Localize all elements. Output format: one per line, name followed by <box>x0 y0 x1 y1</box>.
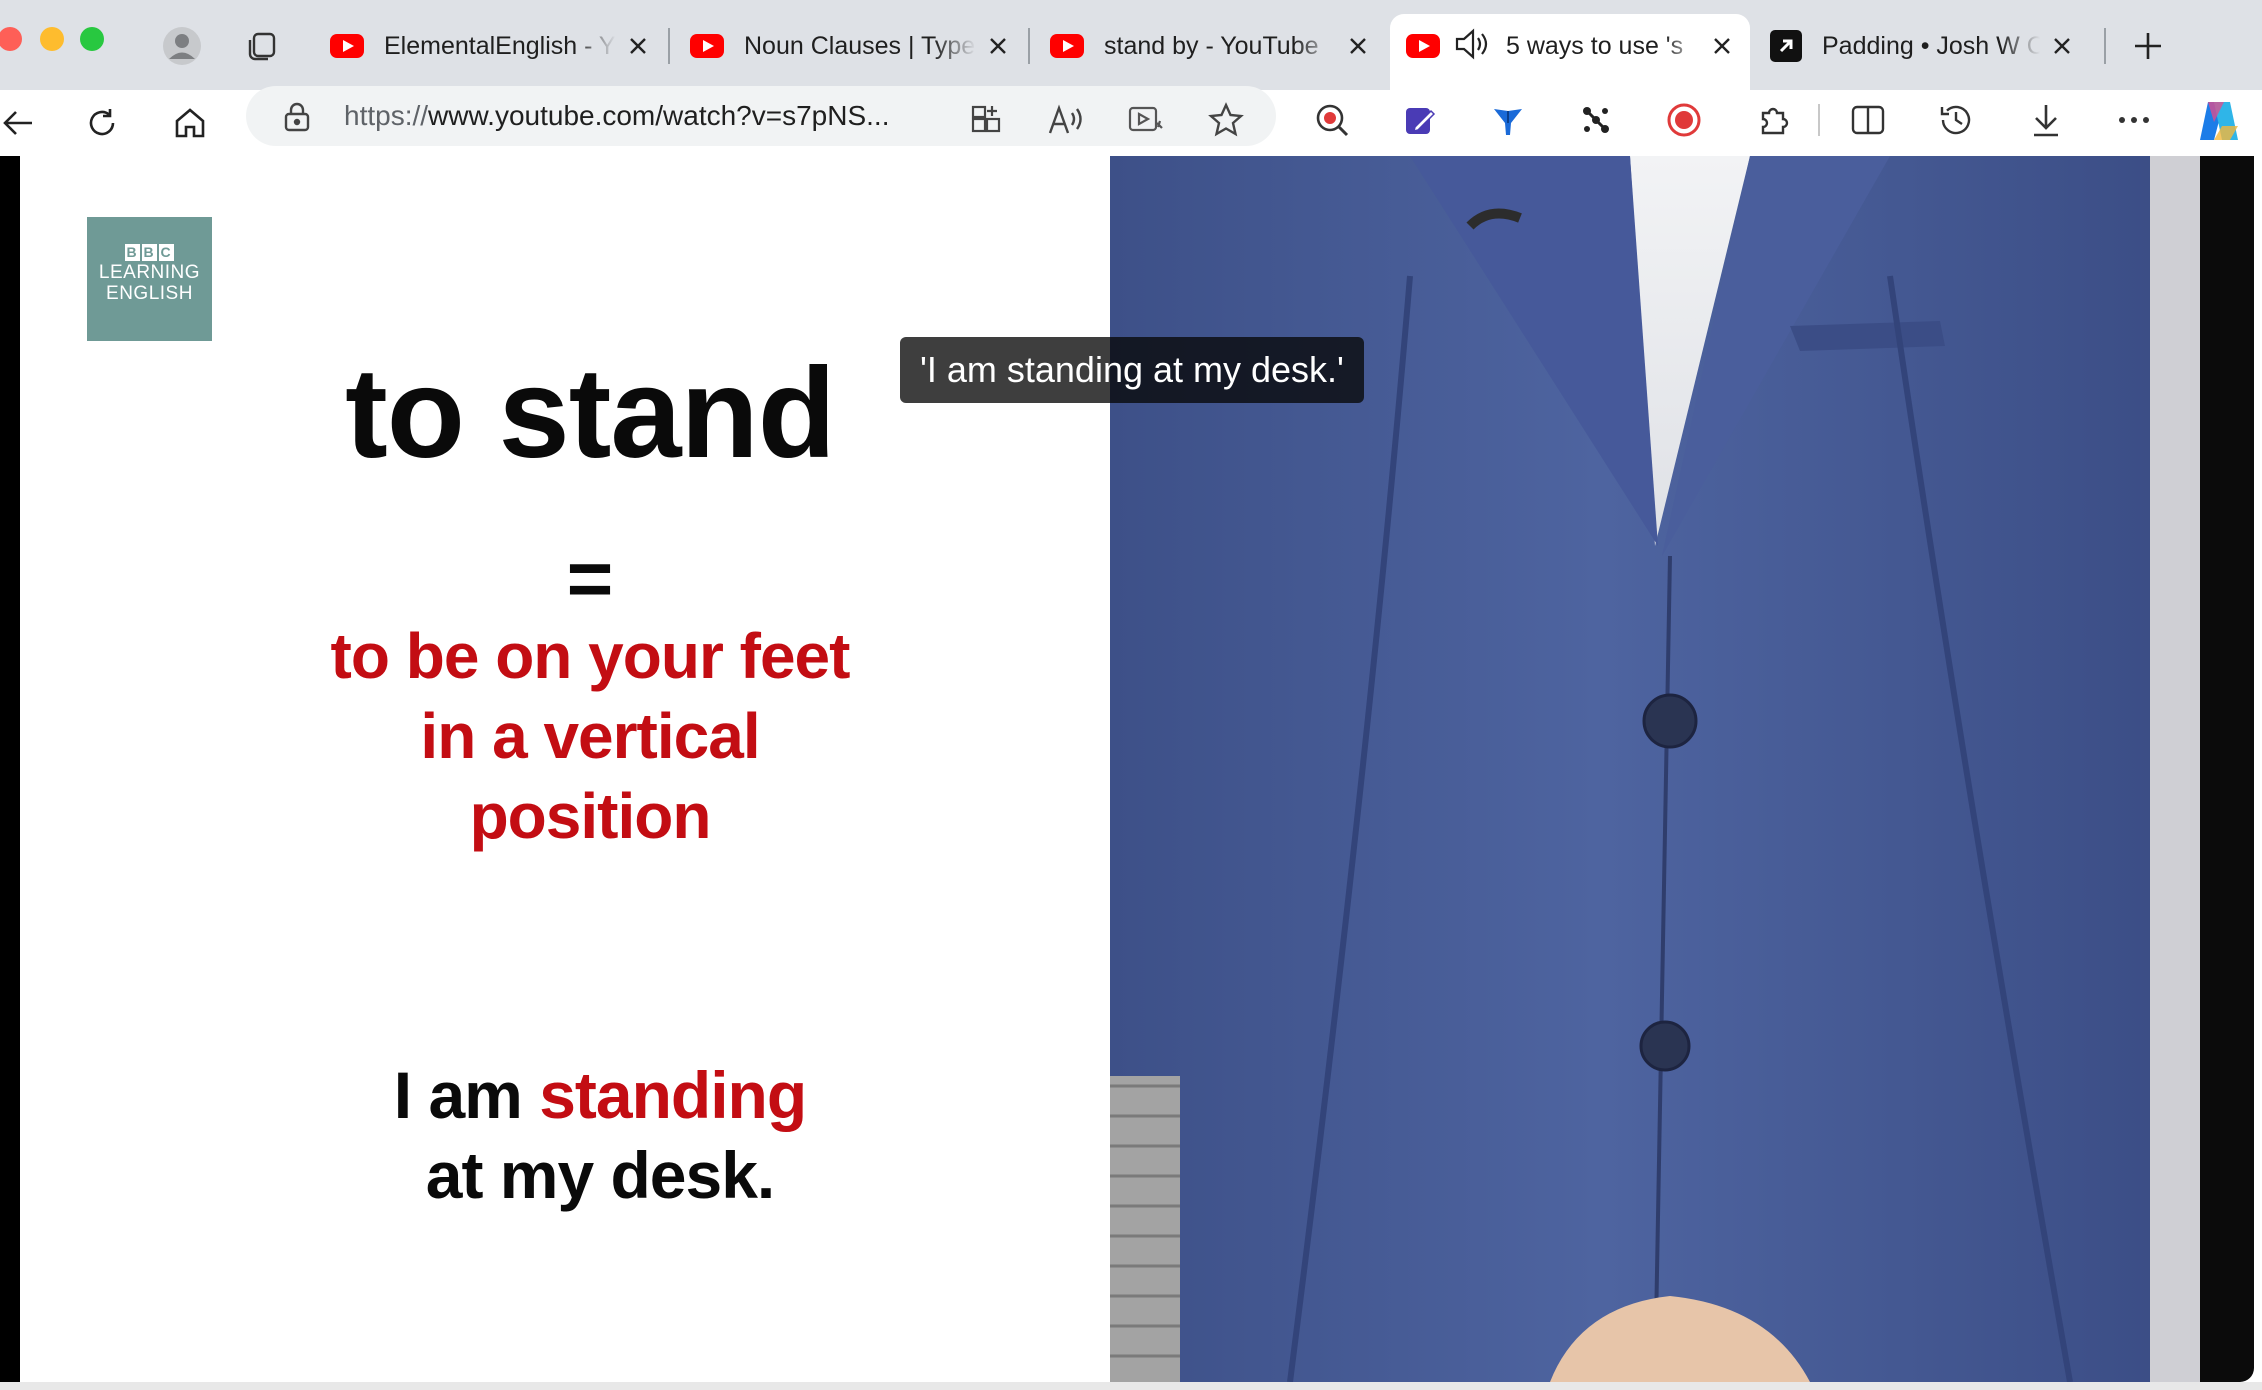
download-icon[interactable] <box>2022 96 2070 144</box>
back-button[interactable] <box>0 99 42 147</box>
browser-tab[interactable]: Padding • Josh W C <box>1754 14 2090 78</box>
bbc-wordmark: BBC <box>125 244 174 261</box>
extension-editor-icon[interactable] <box>1396 96 1444 144</box>
app-available-icon[interactable] <box>962 96 1010 144</box>
toolbar-divider <box>1818 104 1820 136</box>
extensions-puzzle-icon[interactable] <box>1750 96 1798 144</box>
youtube-icon <box>330 34 364 58</box>
extension-blue-y-icon[interactable] <box>1484 96 1532 144</box>
close-icon[interactable] <box>624 32 652 60</box>
browser-tab[interactable]: Noun Clauses | Type <box>674 14 1026 78</box>
example-sentence: I am standing at my desk. <box>393 1058 807 1212</box>
bbc-learning-english-logo: BBC LEARNING ENGLISH <box>87 217 212 341</box>
tab-title: Padding • Josh W C <box>1822 31 2040 60</box>
extension-search-record-icon[interactable] <box>1308 96 1356 144</box>
window-close-button[interactable] <box>0 27 22 51</box>
tab-divider <box>668 28 670 64</box>
youtube-icon <box>690 34 724 58</box>
history-icon[interactable] <box>1932 96 1980 144</box>
extension-sparkle-icon[interactable] <box>1572 96 1620 144</box>
lock-icon[interactable] <box>280 100 314 139</box>
close-icon[interactable] <box>1708 32 1736 60</box>
close-icon[interactable] <box>984 32 1012 60</box>
more-options-icon[interactable] <box>2110 96 2158 144</box>
browser-tab-active[interactable]: 5 ways to use 's <box>1390 14 1750 90</box>
record-icon[interactable] <box>1660 96 1708 144</box>
workspaces-icon[interactable] <box>238 22 286 70</box>
url-scheme: https:// <box>344 100 429 131</box>
browser-tab[interactable]: ElementalEnglish - Y <box>314 14 666 78</box>
home-button[interactable] <box>166 99 214 147</box>
tab-title: ElementalEnglish - Y <box>384 31 616 60</box>
headword-text: to stand <box>345 342 836 485</box>
favorite-star-icon[interactable] <box>1202 96 1250 144</box>
read-aloud-icon[interactable] <box>1042 96 1090 144</box>
tab-title: stand by - YouTube <box>1104 31 1319 60</box>
youtube-icon <box>1406 34 1440 58</box>
video-picture-icon[interactable] <box>1122 96 1170 144</box>
window-bottom-edge <box>0 1382 2262 1390</box>
video-caption: 'I am standing at my desk.' <box>900 337 1364 403</box>
url-text[interactable]: https://www.youtube.com/watch?v=s7pNS... <box>344 100 890 132</box>
browser-tab[interactable]: stand by - YouTube <box>1034 14 1386 78</box>
youtube-icon <box>1050 34 1084 58</box>
profile-avatar-icon[interactable] <box>158 22 206 70</box>
window-minimize-button[interactable] <box>40 27 64 51</box>
definition-text: to be on your feet in a vertical positio… <box>330 620 851 852</box>
equals-sign: = <box>566 534 614 623</box>
url-path: www.youtube.com/watch?v=s7pNS... <box>428 100 890 131</box>
speaker-icon[interactable] <box>1454 28 1490 65</box>
video-letterbox-left <box>0 156 20 1386</box>
close-icon[interactable] <box>2048 32 2076 60</box>
refresh-button[interactable] <box>78 99 126 147</box>
new-tab-button[interactable] <box>2124 22 2172 70</box>
tab-divider <box>1028 28 1030 64</box>
window-zoom-button[interactable] <box>80 27 104 51</box>
copilot-icon[interactable] <box>2192 94 2246 148</box>
split-screen-icon[interactable] <box>1844 96 1892 144</box>
tab-title: Noun Clauses | Type <box>744 31 976 60</box>
tab-strip: ElementalEnglish - Y Noun Clauses | Type… <box>0 0 2262 90</box>
video-letterbox-right <box>2200 156 2254 1382</box>
close-icon[interactable] <box>1344 32 1372 60</box>
tab-title: 5 ways to use 's <box>1506 31 1684 60</box>
example-highlight: standing <box>539 1058 807 1132</box>
video-player[interactable]: BBC LEARNING ENGLISH to stand = to be on… <box>20 156 2200 1382</box>
tab-divider <box>2104 28 2106 64</box>
arrow-box-icon <box>1770 30 1802 62</box>
